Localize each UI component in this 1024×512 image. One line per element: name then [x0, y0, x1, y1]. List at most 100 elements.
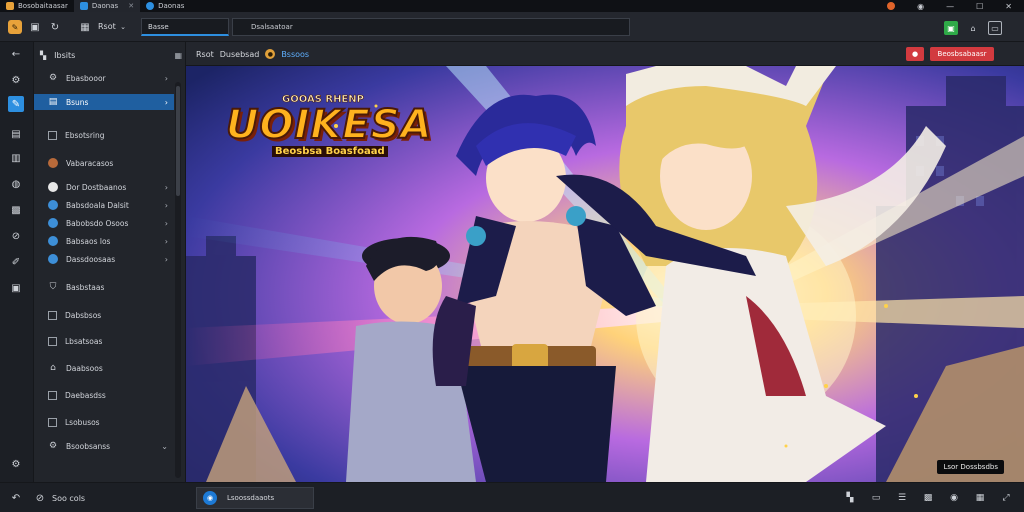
checkbox-icon[interactable]	[48, 130, 57, 140]
sidebar-item-label: Babsaos los	[66, 236, 111, 246]
artwork-watermark: Lsor Dossbsdbs	[937, 460, 1004, 474]
sidebar-item-daabsoos[interactable]: ⌂ Daabsoos	[34, 360, 174, 376]
checkbox-icon[interactable]	[48, 310, 57, 320]
calendar-icon[interactable]: ▤	[8, 126, 24, 142]
sidebar-item-ebsotsring[interactable]: Ebsotsring	[34, 127, 174, 143]
sidebar-item-dabsbsos[interactable]: Dabsbsos	[34, 307, 174, 323]
doc-icon	[79, 2, 88, 10]
blue-dot-icon	[48, 200, 58, 210]
sidebar-item-lsobusos[interactable]: Lsobusos	[34, 414, 174, 430]
sidebar-item-label: Dabsbsos	[65, 310, 102, 320]
address-input[interactable]	[232, 18, 630, 36]
record-button[interactable]: ●	[906, 47, 924, 61]
sidebar-item-babsdoala-dalsit[interactable]: Babsdoala Dalsit ›	[34, 197, 174, 213]
sidebar-item-label: Ebsotsring	[65, 130, 105, 140]
sidebar-item-babsaos-los[interactable]: Babsaos los ›	[34, 233, 174, 249]
edit-icon[interactable]: ✎	[8, 96, 24, 112]
search-input[interactable]	[141, 18, 229, 36]
scrollbar-thumb[interactable]	[176, 86, 180, 196]
chevron-right-icon: ›	[164, 182, 168, 192]
maximize-icon[interactable]: ☐	[976, 2, 983, 11]
link-icon[interactable]: ⊘	[34, 492, 46, 504]
home-icon[interactable]: ⌂	[966, 21, 980, 35]
user-icon[interactable]: ◉	[917, 2, 924, 11]
sidebar-item-label: Lsobusos	[65, 417, 100, 427]
radio-icon[interactable]	[48, 182, 58, 192]
status-icons: ▚ ▭ ☰ ▩ ◉ ▦ ⤢	[844, 492, 1012, 504]
sidebar-item-label: Babobsdo Osoos	[66, 218, 129, 228]
grid-icon[interactable]: ▦	[78, 20, 92, 34]
list-icon[interactable]: ☰	[896, 492, 908, 504]
doc-icon	[146, 2, 155, 10]
grid-icon[interactable]: ▦	[974, 492, 986, 504]
checkbox-icon[interactable]	[48, 390, 57, 400]
sidebar-item-vabaracasos[interactable]: Vabaracasos	[34, 155, 174, 171]
camera-icon[interactable]: ◉	[948, 492, 960, 504]
sidebar-scrollbar[interactable]	[175, 82, 181, 478]
panel-icon[interactable]: ▭	[870, 492, 882, 504]
image-icon[interactable]: ▩	[922, 492, 934, 504]
save-icon[interactable]: ▣	[28, 20, 42, 34]
monitor-icon[interactable]: ▣	[8, 280, 24, 296]
chevron-right-icon: ›	[164, 97, 168, 107]
app-circle-icon: ◉	[203, 491, 217, 505]
avatar-icon	[48, 158, 58, 168]
image-icon[interactable]: ▩	[8, 202, 24, 218]
sidebar-item-ebasbooor[interactable]: ⚙ Ebasbooor ›	[34, 70, 174, 86]
checkbox-icon[interactable]	[48, 417, 57, 427]
tab-daonas[interactable]: Daonas ✕	[73, 0, 141, 12]
sidebar-item-bsuns[interactable]: ▤ Bsuns ›	[34, 94, 174, 110]
sidebar-item-label: Dor Dostbaanos	[66, 182, 127, 192]
sidebar-item-dassdoosaas[interactable]: Dassdoosaas ›	[34, 251, 174, 267]
window-icon[interactable]: ▭	[988, 21, 1002, 35]
sidebar-item-bsoobsanss[interactable]: ⚙ Bsoobsanss ⌄	[34, 438, 174, 454]
content-header: Rsot Dusebsad ● Bssoos ● Beosbsabaasr	[186, 42, 1024, 66]
sidebar-item-babobsdo-osoos[interactable]: Babobsdo Osoos ›	[34, 215, 174, 231]
sidebar-title: Ibsits	[54, 50, 76, 60]
sidebar-item-label: Ebasbooor	[66, 73, 106, 83]
apps-icon: ▚	[40, 50, 47, 60]
sidebar-item-lbsatsoas[interactable]: Lbsatsoas	[34, 333, 174, 349]
sidebar-item-basbstaas[interactable]: ⛉ Basbstaas	[34, 279, 174, 295]
status-label[interactable]: Soo cols	[52, 494, 85, 503]
expand-icon[interactable]: ⤢	[1000, 492, 1012, 504]
status-tab-label: Lsoossdaaots	[227, 494, 275, 502]
window-controls: ◉ — ☐ ✕	[887, 0, 1024, 12]
chevron-down-icon: ⌄	[161, 441, 168, 451]
primary-action-button[interactable]: Beosbsabaasr	[930, 47, 994, 61]
brush-icon[interactable]: ✐	[8, 254, 24, 270]
status-tab[interactable]: ◉ Lsoossdaaots	[196, 487, 314, 509]
checkbox-icon[interactable]	[48, 336, 57, 346]
home-icon: ⌂	[50, 363, 56, 373]
app-logo-icon[interactable]: ✎	[8, 20, 22, 34]
settings-icon[interactable]: ⚙	[8, 456, 24, 472]
tab-daonas-2[interactable]: Daonas	[140, 0, 190, 12]
chart-icon[interactable]: ▥	[8, 150, 24, 166]
gear-icon[interactable]: ⚙	[8, 72, 24, 88]
close-icon[interactable]: ✕	[128, 2, 134, 10]
sidebar-item-daebasdss[interactable]: Daebasdss	[34, 387, 174, 403]
sidebar-item-label: Basbstaas	[66, 282, 105, 292]
folder-icon: ▤	[48, 97, 58, 107]
back-icon[interactable]: ←	[8, 46, 24, 62]
artwork-canvas[interactable]: GOOAS RHENP UOIKESA Beosbsa Boasfoaad Ls…	[186, 66, 1024, 482]
chevron-right-icon: ›	[164, 73, 168, 83]
record-icon[interactable]	[887, 2, 896, 10]
compass-icon[interactable]: ⊘	[8, 228, 24, 244]
shield-icon: ⛉	[49, 282, 57, 292]
chevron-down-icon[interactable]: ⌄	[116, 20, 130, 34]
refresh-icon[interactable]: ↻	[48, 20, 62, 34]
close-window-icon[interactable]: ✕	[1005, 2, 1012, 11]
undo-icon[interactable]: ↶	[10, 492, 22, 504]
green-action-icon[interactable]: ▣	[944, 21, 958, 35]
grid-icon[interactable]: ▦	[174, 51, 182, 60]
tab-bosobaitaasar[interactable]: Bosobaitaasar	[0, 0, 74, 12]
page-subtitle[interactable]: Bssoos	[281, 50, 309, 59]
icon-rail: ← ⚙ ✎ ▤ ▥ ◍ ▩ ⊘ ✐ ▣ ⚙	[0, 42, 34, 482]
camera-icon[interactable]: ◍	[8, 176, 24, 192]
artwork-logo: UOIKESA	[225, 101, 433, 149]
sidebar-item-label: Vabaracasos	[66, 158, 114, 168]
minimize-icon[interactable]: —	[946, 2, 954, 11]
layout-icon[interactable]: ▚	[844, 492, 856, 504]
sidebar-item-dor-dostbaanos[interactable]: Dor Dostbaanos ›	[34, 179, 174, 195]
